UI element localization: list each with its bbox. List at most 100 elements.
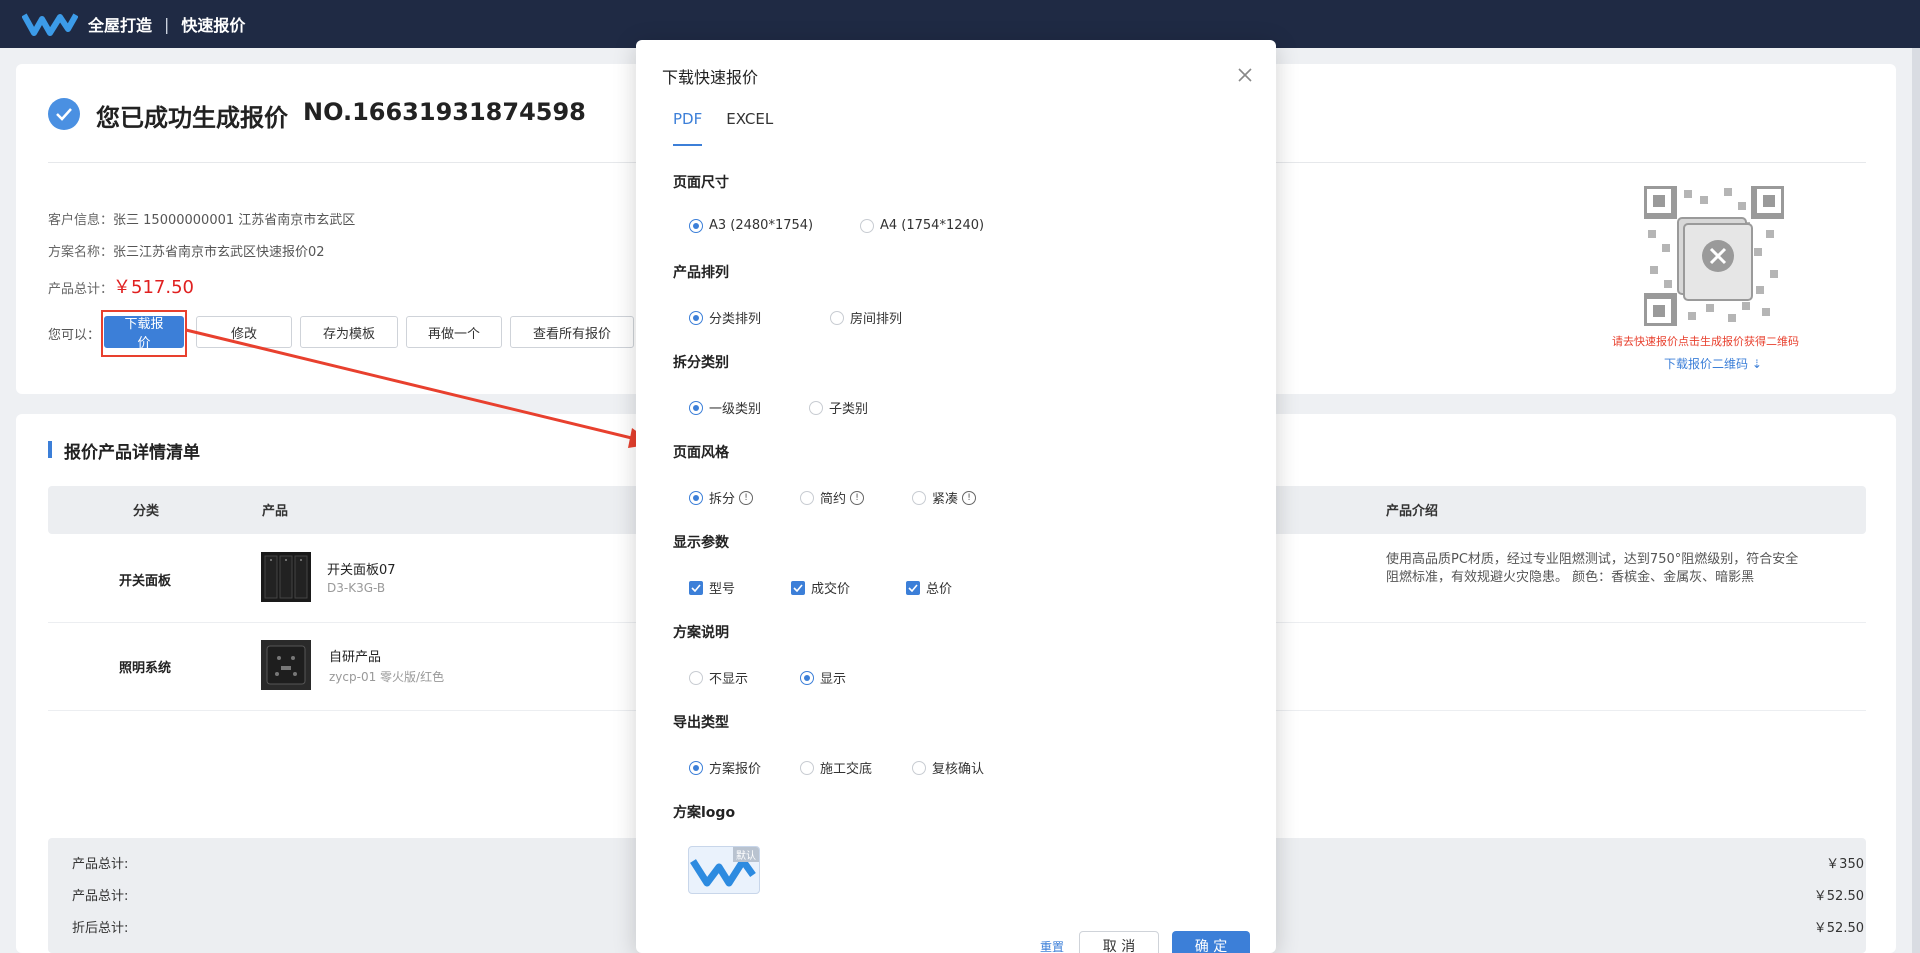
confirm-button[interactable]: 确 定 bbox=[1172, 931, 1250, 953]
radio[interactable] bbox=[809, 400, 823, 415]
column-category: 分类 bbox=[133, 504, 160, 519]
option-subcategory[interactable]: 子类别 bbox=[809, 398, 868, 417]
option-show[interactable]: 显示 bbox=[800, 668, 846, 687]
tab-pdf[interactable]: PDF bbox=[673, 110, 703, 146]
reset-link[interactable]: 重置 bbox=[1040, 938, 1064, 953]
option-label: 一级类别 bbox=[709, 402, 762, 417]
dialog-title: 下载快速报价 bbox=[662, 68, 759, 87]
plan-info: 方案名称：张三江苏省南京市玄武区快速报价02 bbox=[48, 241, 325, 260]
customer-label: 客户信息： bbox=[48, 213, 114, 228]
format-tabs: PDF EXCEL bbox=[673, 110, 797, 146]
cancel-button[interactable]: 取 消 bbox=[1079, 931, 1159, 953]
option-label: 不显示 bbox=[709, 672, 749, 687]
option-construction[interactable]: 施工交底 bbox=[800, 758, 872, 777]
close-icon[interactable] bbox=[1236, 66, 1254, 84]
summary-value: ￥52.50 bbox=[1813, 889, 1864, 904]
radio[interactable] bbox=[912, 760, 926, 775]
highlight-box bbox=[101, 310, 187, 357]
product-intro: 使用高品质PC材质，经过专业阻燃测试，达到750°阻燃级别，符合安全阻燃标准，有… bbox=[1386, 552, 1799, 585]
option-label: 型号 bbox=[709, 582, 736, 597]
option-review[interactable]: 复核确认 bbox=[912, 758, 984, 777]
option-by-room[interactable]: 房间排列 bbox=[830, 308, 902, 327]
option-deal-price[interactable]: 成交价 bbox=[791, 578, 850, 597]
column-intro: 产品介绍 bbox=[1386, 504, 1439, 519]
actions-label: 您可以： bbox=[48, 328, 101, 343]
brand-name: 全屋打造 bbox=[88, 16, 153, 35]
option-plan-quote[interactable]: 方案报价 bbox=[689, 758, 761, 777]
product-name: 开关面板07 bbox=[327, 563, 396, 578]
plan-label: 方案名称： bbox=[48, 245, 114, 260]
qr-hint: 请去快速报价点击生成报价获得二维码 bbox=[1612, 335, 1799, 348]
radio[interactable] bbox=[860, 218, 874, 233]
radio[interactable] bbox=[800, 490, 814, 505]
option-hide[interactable]: 不显示 bbox=[689, 668, 748, 687]
radio-selected[interactable] bbox=[689, 400, 703, 415]
view-all-quotes-button[interactable]: 查看所有报价 bbox=[510, 316, 634, 348]
success-check-icon bbox=[48, 98, 80, 130]
radio-selected[interactable] bbox=[689, 218, 703, 233]
product-image[interactable] bbox=[261, 552, 311, 602]
info-icon[interactable]: ! bbox=[850, 490, 865, 505]
checkbox-checked[interactable] bbox=[689, 580, 703, 595]
save-template-button[interactable]: 存为模板 bbox=[300, 316, 398, 348]
option-by-category[interactable]: 分类排列 bbox=[689, 308, 761, 327]
default-badge: 默认 bbox=[733, 847, 759, 862]
radio-selected[interactable] bbox=[800, 670, 814, 685]
download-quote-dialog: 下载快速报价 PDF EXCEL 页面尺寸 A3 (2480*1754) A4 … bbox=[636, 40, 1276, 953]
option-label: 简约 bbox=[820, 492, 847, 507]
page-scrollbar[interactable] bbox=[1912, 48, 1920, 953]
page-name: 快速报价 bbox=[181, 16, 246, 35]
summary-label: 折后总计: bbox=[72, 921, 129, 936]
option-label: 分类排列 bbox=[709, 312, 762, 327]
radio[interactable] bbox=[689, 670, 703, 685]
product-code: zycp-01 零火版/红色 bbox=[329, 670, 445, 684]
option-label: 紧凑 bbox=[932, 492, 959, 507]
edit-button[interactable]: 修改 bbox=[196, 316, 292, 348]
row-category: 开关面板 bbox=[119, 574, 172, 589]
option-split-style[interactable]: 拆分! bbox=[689, 488, 754, 507]
qr-code-icon bbox=[1644, 186, 1784, 326]
tab-excel[interactable]: EXCEL bbox=[726, 110, 773, 146]
section-description: 方案说明 bbox=[673, 625, 729, 641]
option-model[interactable]: 型号 bbox=[689, 578, 735, 597]
summary-value: ￥350 bbox=[1826, 857, 1864, 872]
option-total-price[interactable]: 总价 bbox=[906, 578, 952, 597]
option-compact-style[interactable]: 紧凑! bbox=[912, 488, 977, 507]
radio-selected[interactable] bbox=[689, 310, 703, 325]
option-label: 显示 bbox=[820, 672, 847, 687]
option-a4[interactable]: A4 (1754*1240) bbox=[860, 218, 984, 233]
product-name: 自研产品 bbox=[329, 650, 382, 665]
summary-label: 产品总计: bbox=[72, 857, 129, 872]
make-another-button[interactable]: 再做一个 bbox=[406, 316, 502, 348]
radio-selected[interactable] bbox=[689, 490, 703, 505]
info-icon[interactable]: ! bbox=[739, 490, 754, 505]
title-accent-bar bbox=[48, 441, 52, 458]
option-label: 子类别 bbox=[829, 402, 869, 417]
option-label: 成交价 bbox=[811, 582, 851, 597]
option-a3[interactable]: A3 (2480*1754) bbox=[689, 218, 813, 233]
option-label: A3 (2480*1754) bbox=[709, 218, 814, 233]
section-logo: 方案logo bbox=[673, 805, 736, 821]
download-qr-link[interactable]: 下载报价二维码 ⇣ bbox=[1664, 355, 1762, 372]
option-simple-style[interactable]: 简约! bbox=[800, 488, 865, 507]
total-label: 产品总计： bbox=[48, 282, 114, 297]
plan-value: 张三江苏省南京市玄武区快速报价02 bbox=[113, 245, 325, 260]
checkbox-checked[interactable] bbox=[791, 580, 805, 595]
product-image[interactable] bbox=[261, 640, 311, 690]
option-label: 房间排列 bbox=[850, 312, 903, 327]
total-info: 产品总计：￥517.50 bbox=[48, 273, 194, 299]
customer-info: 客户信息：张三 15000000001 江苏省南京市玄武区 bbox=[48, 209, 355, 228]
section-params: 显示参数 bbox=[673, 535, 729, 551]
option-label: 总价 bbox=[926, 582, 953, 597]
radio-selected[interactable] bbox=[689, 760, 703, 775]
radio[interactable] bbox=[912, 490, 926, 505]
radio[interactable] bbox=[830, 310, 844, 325]
info-icon[interactable]: ! bbox=[962, 490, 977, 505]
section-split: 拆分类别 bbox=[673, 355, 729, 371]
radio[interactable] bbox=[800, 760, 814, 775]
brand-logo-icon[interactable] bbox=[22, 9, 78, 39]
plan-logo-option[interactable]: 默认 bbox=[688, 846, 760, 894]
option-level1[interactable]: 一级类别 bbox=[689, 398, 761, 417]
option-label: 方案报价 bbox=[709, 762, 762, 777]
checkbox-checked[interactable] bbox=[906, 580, 920, 595]
